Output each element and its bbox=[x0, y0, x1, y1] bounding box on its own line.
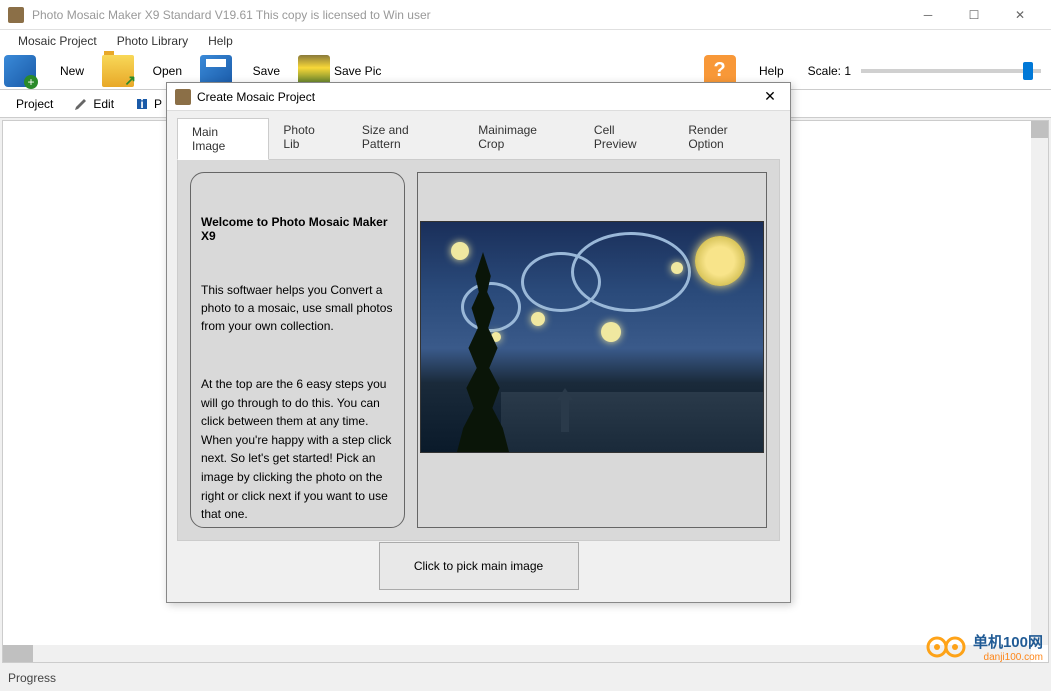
tab-size-pattern[interactable]: Size and Pattern bbox=[348, 117, 464, 159]
save-pic-label: Save Pic bbox=[334, 64, 387, 78]
scale-label: Scale: 1 bbox=[808, 64, 851, 78]
open-icon bbox=[102, 55, 134, 87]
horizontal-scrollbar[interactable] bbox=[3, 645, 1031, 662]
pencil-icon bbox=[73, 96, 89, 112]
menu-help[interactable]: Help bbox=[198, 32, 243, 50]
main-image-preview[interactable] bbox=[417, 172, 767, 528]
close-button[interactable]: ✕ bbox=[997, 0, 1043, 30]
menubar: Mosaic Project Photo Library Help bbox=[0, 30, 1051, 52]
new-button[interactable]: New bbox=[1, 54, 97, 88]
dialog-title-text: Create Mosaic Project bbox=[197, 90, 315, 104]
help-label: Help bbox=[740, 64, 790, 78]
dialog-close-button[interactable]: ✕ bbox=[758, 88, 782, 105]
welcome-text-1: This softwaer helps you Convert a photo … bbox=[201, 281, 394, 335]
window-title: Photo Mosaic Maker X9 Standard V19.61 Th… bbox=[32, 8, 905, 22]
watermark-line2: danji100.com bbox=[973, 652, 1043, 663]
tab-render-option[interactable]: Render Option bbox=[674, 117, 780, 159]
scale-slider[interactable] bbox=[861, 69, 1041, 73]
project-tab[interactable]: Project bbox=[8, 95, 61, 113]
watermark-logo-icon bbox=[925, 635, 969, 659]
dialog-icon bbox=[175, 89, 191, 105]
svg-text:i: i bbox=[140, 97, 143, 111]
scale-control: Scale: 1 bbox=[798, 64, 1051, 78]
p-label: P bbox=[154, 97, 162, 111]
tab-cell-preview[interactable]: Cell Preview bbox=[580, 117, 674, 159]
pick-main-image-button[interactable]: Click to pick main image bbox=[379, 542, 579, 590]
edit-label: Edit bbox=[93, 97, 114, 111]
minimize-button[interactable]: ─ bbox=[905, 0, 951, 30]
p-tab[interactable]: i P bbox=[126, 94, 170, 114]
scale-thumb[interactable] bbox=[1023, 62, 1033, 80]
tab-mainimage-crop[interactable]: Mainimage Crop bbox=[464, 117, 580, 159]
open-label: Open bbox=[138, 64, 188, 78]
watermark-line1: 单机100网 bbox=[973, 634, 1043, 651]
watermark-text: 单机100网 danji100.com bbox=[973, 631, 1043, 663]
welcome-title: Welcome to Photo Mosaic Maker X9 bbox=[201, 215, 394, 243]
dialog-tabs: Main Image Photo Lib Size and Pattern Ma… bbox=[167, 111, 790, 159]
new-icon bbox=[4, 55, 36, 87]
menu-photo-library[interactable]: Photo Library bbox=[107, 32, 198, 50]
info-icon: i bbox=[134, 96, 150, 112]
app-icon bbox=[8, 7, 24, 23]
create-mosaic-dialog: Create Mosaic Project ✕ Main Image Photo… bbox=[166, 82, 791, 603]
new-label: New bbox=[40, 64, 90, 78]
tab-panel: Welcome to Photo Mosaic Maker X9 This so… bbox=[177, 159, 780, 541]
pick-button-label: Click to pick main image bbox=[414, 559, 543, 573]
maximize-button[interactable]: ☐ bbox=[951, 0, 997, 30]
menu-mosaic-project[interactable]: Mosaic Project bbox=[8, 32, 107, 50]
status-text: Progress bbox=[8, 671, 56, 685]
save-label: Save bbox=[236, 64, 286, 78]
welcome-panel: Welcome to Photo Mosaic Maker X9 This so… bbox=[190, 172, 405, 528]
tab-photo-lib[interactable]: Photo Lib bbox=[269, 117, 348, 159]
welcome-text-2: At the top are the 6 easy steps you will… bbox=[201, 375, 394, 524]
vscroll-thumb[interactable] bbox=[1031, 121, 1048, 138]
watermark: 单机100网 danji100.com bbox=[925, 631, 1043, 663]
edit-tab[interactable]: Edit bbox=[65, 94, 122, 114]
sample-image bbox=[420, 221, 764, 453]
window-titlebar: Photo Mosaic Maker X9 Standard V19.61 Th… bbox=[0, 0, 1051, 30]
statusbar: Progress bbox=[0, 669, 1051, 691]
dialog-titlebar: Create Mosaic Project ✕ bbox=[167, 83, 790, 111]
window-controls: ─ ☐ ✕ bbox=[905, 0, 1043, 30]
vertical-scrollbar[interactable] bbox=[1031, 121, 1048, 645]
hscroll-thumb[interactable] bbox=[3, 645, 33, 662]
tab-main-image[interactable]: Main Image bbox=[177, 118, 269, 160]
project-label: Project bbox=[16, 97, 53, 111]
